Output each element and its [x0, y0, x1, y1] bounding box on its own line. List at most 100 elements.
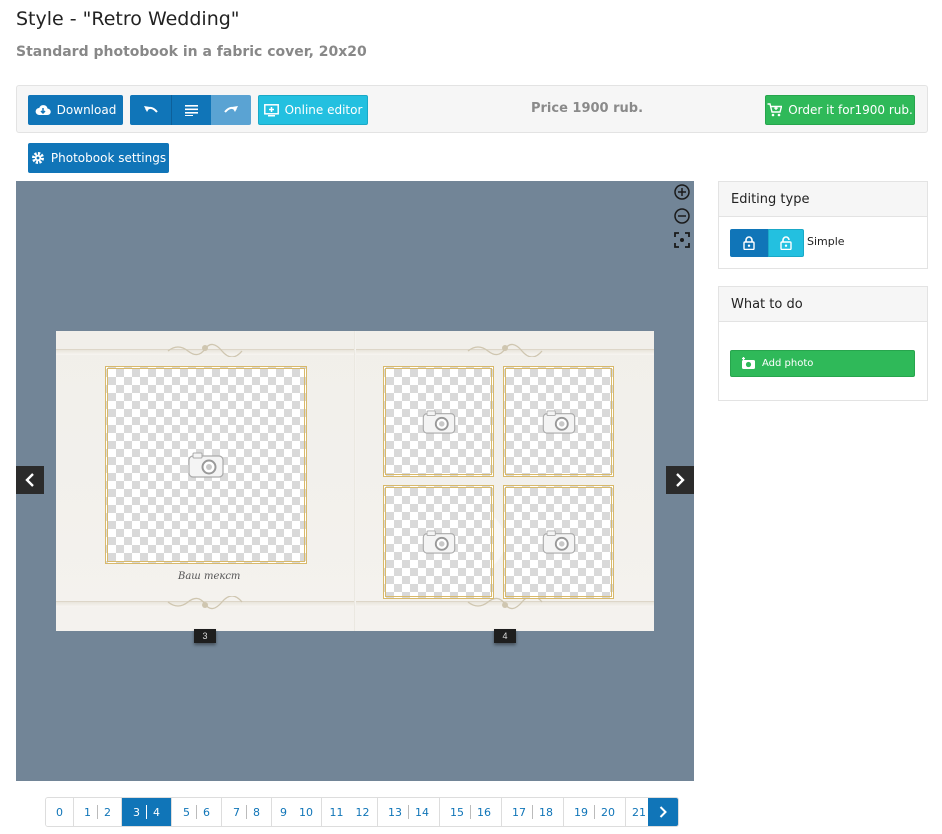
lock-icon [743, 236, 755, 250]
editing-type-title: Editing type [719, 182, 927, 217]
settings-label: Photobook settings [50, 151, 167, 165]
download-label: Download [56, 103, 117, 117]
chevron-right-icon [676, 473, 685, 487]
download-button[interactable]: Download [28, 95, 123, 125]
camera-icon [188, 452, 224, 478]
monitor-plus-icon [263, 103, 279, 116]
pager-next-button[interactable] [648, 798, 678, 826]
photo-slot[interactable] [105, 366, 307, 564]
pager-separator [408, 805, 409, 819]
what-to-do-title: What to do [719, 287, 927, 322]
zoom-in-icon[interactable] [673, 183, 691, 201]
chevron-right-icon [659, 806, 667, 818]
undo-button[interactable] [130, 95, 171, 125]
unlock-icon [780, 236, 792, 250]
photobook-spread[interactable]: Ваш текст [56, 331, 654, 631]
pager-page-number: 19 [574, 805, 588, 819]
pager-page-number: 13 [388, 805, 402, 819]
camera-icon [542, 409, 575, 434]
pager-separator [146, 805, 147, 819]
pager-page-number: 2 [104, 805, 111, 819]
editor-canvas[interactable]: Ваш текст 3 4 [16, 181, 694, 781]
pager-item[interactable]: 9 10 [272, 798, 322, 826]
cloud-download-icon [35, 105, 51, 116]
pager-page-number: 16 [477, 805, 491, 819]
pager-page-number: 15 [450, 805, 464, 819]
spread-fold [354, 331, 356, 631]
page-pager: 0 1 2 3 4 5 6 7 8 9 10 11 12 13 14 15 16 17 18 19 20 21 [45, 797, 679, 827]
pager-page-number: 11 [329, 805, 344, 819]
photobook-settings-button[interactable]: Photobook settings [28, 143, 169, 173]
fit-screen-icon[interactable] [673, 231, 691, 249]
pager-page-number: 9 [280, 805, 287, 819]
photo-slot[interactable] [503, 485, 614, 599]
pager-item[interactable]: 19 20 [564, 798, 626, 826]
pager-page-number: 3 [133, 805, 140, 819]
order-label: Order it for1900 rub. [788, 103, 913, 117]
prev-spread-button[interactable] [16, 466, 44, 494]
add-photo-label: Add photo [762, 358, 814, 369]
pager-items: 0 1 2 3 4 5 6 7 8 9 10 11 12 13 14 15 16 17 18 19 20 21 [46, 798, 648, 826]
pager-page-number: 8 [253, 805, 260, 819]
pager-item[interactable]: 17 18 [502, 798, 564, 826]
pager-item[interactable]: 15 16 [440, 798, 502, 826]
photo-slot[interactable] [383, 366, 494, 477]
pager-item[interactable]: 12 [74, 798, 122, 826]
camera-icon [422, 530, 455, 554]
camera-icon [422, 409, 455, 434]
history-button[interactable] [171, 95, 211, 125]
unlock-mode-button[interactable] [768, 229, 804, 257]
page-number-left[interactable]: 3 [194, 629, 216, 643]
toolbar: Download Online editor Price 1900 rub. O… [16, 85, 928, 133]
pager-page-number: 18 [539, 805, 553, 819]
what-to-do-panel: What to do Add photo [718, 286, 928, 401]
price-text: Price 1900 rub. [530, 101, 644, 116]
online-editor-button[interactable]: Online editor [258, 95, 368, 125]
pager-item[interactable]: 21 [626, 798, 648, 826]
page-subtitle: Standard photobook in a fabric cover, 20… [16, 44, 367, 60]
pager-item[interactable]: 11 12 [322, 798, 378, 826]
editing-mode-label: Simple [807, 235, 845, 248]
next-spread-button[interactable] [666, 466, 694, 494]
camera-icon [542, 530, 575, 554]
photo-slot[interactable] [383, 485, 494, 599]
pager-separator [246, 805, 247, 819]
list-icon [185, 105, 198, 116]
redo-icon [224, 106, 238, 113]
pager-page-number: 6 [203, 805, 210, 819]
page-title: Style - "Retro Wedding" [16, 8, 240, 30]
undo-icon [143, 106, 158, 113]
zoom-out-icon[interactable] [673, 207, 691, 225]
pager-page-number: 0 [56, 805, 63, 819]
pager-item[interactable]: 56 [172, 798, 222, 826]
page-text[interactable]: Ваш текст [178, 571, 240, 582]
photo-slot[interactable] [503, 366, 614, 477]
pager-page-number: 10 [299, 805, 313, 819]
ornament-icon [167, 343, 243, 357]
pager-page-number: 4 [153, 805, 160, 819]
pager-item[interactable]: 78 [222, 798, 272, 826]
gear-icon [31, 152, 44, 164]
chevron-left-icon [25, 473, 34, 487]
pager-page-number: 17 [512, 805, 526, 819]
pager-separator [532, 805, 533, 819]
page-number-right[interactable]: 4 [494, 629, 516, 643]
add-photo-button[interactable]: Add photo [730, 350, 915, 377]
redo-button[interactable] [211, 95, 251, 125]
editing-type-panel: Editing type Simple [718, 181, 928, 269]
pager-item[interactable]: 34 [122, 798, 172, 826]
pager-page-number: 1 [84, 805, 91, 819]
pager-item[interactable]: 0 [46, 798, 74, 826]
camera-plus-icon [742, 357, 755, 369]
ornament-icon [167, 596, 243, 610]
pager-page-number: 12 [355, 805, 370, 819]
order-button[interactable]: Order it for1900 rub. [765, 95, 915, 125]
pager-item[interactable]: 13 14 [378, 798, 440, 826]
pager-page-number: 20 [601, 805, 615, 819]
lock-mode-button[interactable] [730, 229, 768, 257]
pager-page-number: 5 [183, 805, 190, 819]
pager-separator [594, 805, 595, 819]
ornament-icon [467, 343, 543, 357]
pager-page-number: 7 [233, 805, 240, 819]
pager-separator [97, 805, 98, 819]
